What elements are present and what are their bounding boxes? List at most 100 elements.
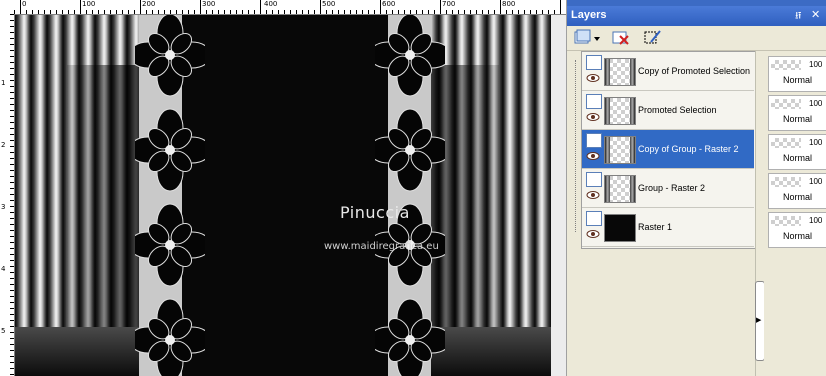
ruler-tick — [230, 10, 231, 14]
close-icon[interactable]: ✕ — [811, 8, 820, 21]
delete-layer-icon — [612, 31, 629, 45]
ruler-tick — [374, 10, 375, 14]
ruler-tick — [10, 374, 14, 375]
blend-mode[interactable]: Normal — [783, 231, 812, 241]
ruler-tick — [134, 10, 135, 14]
ruler-tick — [50, 10, 51, 14]
blend-mode[interactable]: Normal — [783, 75, 812, 85]
raster-layer-icon — [586, 211, 602, 226]
ruler-tick — [476, 10, 477, 14]
layer-list: Copy of Promoted Selection Promoted Selec… — [581, 51, 757, 249]
layer-list-scrollbar[interactable]: ▶ — [755, 51, 765, 376]
ruler-tick — [10, 296, 14, 297]
palette-title: Layers — [571, 9, 607, 21]
ruler-tick — [350, 10, 351, 14]
ruler-tick — [10, 56, 14, 57]
blend-mode[interactable]: Normal — [783, 192, 812, 202]
ruler-label: 100 — [82, 0, 96, 8]
flower-ornament — [375, 298, 445, 376]
layer-properties: 100 Normal — [768, 134, 826, 170]
ruler-tick — [542, 10, 543, 14]
ruler-tick — [398, 10, 399, 14]
ruler-tick — [98, 10, 99, 14]
layer-thumbnail — [604, 58, 636, 86]
ruler-tick — [464, 10, 465, 14]
ruler-tick — [368, 10, 369, 14]
ruler-tick — [488, 10, 489, 14]
delete-layer-button[interactable] — [611, 28, 635, 48]
ruler-tick — [10, 14, 14, 15]
ruler-tick — [236, 10, 237, 14]
edit-selection-button[interactable] — [643, 28, 667, 48]
ruler-tick — [10, 224, 14, 225]
ruler-tick — [440, 0, 441, 14]
opacity-slider[interactable] — [771, 177, 801, 187]
ruler-tick — [10, 272, 14, 273]
ruler-tick — [56, 10, 57, 14]
ruler-label: 4 — [1, 265, 6, 273]
ruler-tick — [10, 332, 14, 333]
flower-ornament — [135, 203, 205, 287]
ruler-tick — [338, 10, 339, 14]
ruler-tick — [392, 10, 393, 14]
layer-row[interactable]: Raster 1 — [582, 208, 754, 247]
ruler-tick — [296, 10, 297, 14]
ruler-tick — [146, 10, 147, 14]
new-layer-button[interactable] — [573, 28, 600, 48]
ruler-tick — [284, 10, 285, 14]
visibility-eye-icon[interactable] — [586, 229, 600, 239]
pin-icon[interactable]: ⭿ — [795, 9, 801, 26]
ruler-tick — [512, 10, 513, 14]
layer-row[interactable]: Copy of Promoted Selection — [582, 52, 754, 91]
ruler-tick — [10, 32, 14, 33]
ruler-tick — [416, 10, 417, 14]
canvas-area[interactable]: 0 100 200 300 400 500 600 700 800 1 2 3 4 5 Pinuccia… — [0, 0, 566, 376]
opacity-slider[interactable] — [771, 60, 801, 70]
opacity-slider[interactable] — [771, 138, 801, 148]
layer-thumbnail — [604, 214, 636, 242]
ruler-label: 800 — [502, 0, 516, 8]
ruler-tick — [548, 10, 549, 14]
palette-titlebar[interactable]: Layers ⭿ ✕ — [567, 6, 826, 26]
thumb-strip — [605, 59, 610, 85]
blend-mode[interactable]: Normal — [783, 153, 812, 163]
visibility-eye-icon[interactable] — [586, 112, 600, 122]
ruler-tick — [242, 10, 243, 14]
expand-arrow-icon[interactable]: ▶ — [756, 316, 761, 324]
image-canvas[interactable]: Pinuccia www.maidiregrafica.eu — [15, 15, 551, 376]
ruler-tick — [10, 368, 14, 369]
layer-row[interactable]: Group - Raster 2 — [582, 169, 754, 208]
layer-name[interactable]: Raster 1 — [638, 222, 672, 232]
ruler-tick — [10, 104, 14, 105]
ruler-tick — [164, 10, 165, 14]
layer-row[interactable]: Copy of Group - Raster 2 — [582, 130, 754, 169]
flower-ornament — [375, 108, 445, 192]
opacity-slider[interactable] — [771, 216, 801, 226]
blend-mode[interactable]: Normal — [783, 114, 812, 124]
visibility-eye-icon[interactable] — [586, 151, 600, 161]
ruler-tick — [536, 10, 537, 14]
ruler-tick — [10, 170, 14, 171]
thumb-strip — [605, 137, 610, 163]
layer-thumbnail — [604, 175, 636, 203]
layer-name[interactable]: Group - Raster 2 — [638, 183, 705, 193]
ruler-tick — [10, 152, 14, 153]
horizontal-ruler: 0 100 200 300 400 500 600 700 800 — [0, 0, 566, 15]
ruler-tick — [290, 10, 291, 14]
new-layer-icon — [574, 29, 600, 44]
visibility-eye-icon[interactable] — [586, 73, 600, 83]
layer-name[interactable]: Copy of Group - Raster 2 — [638, 144, 739, 154]
ruler-tick — [10, 212, 14, 213]
signature-url: www.maidiregrafica.eu — [324, 241, 439, 252]
layer-properties-column: 100 Normal 100 Normal 100 Normal 100 Normal 100 N… — [764, 51, 826, 376]
opacity-slider[interactable] — [771, 99, 801, 109]
ruler-tick — [32, 10, 33, 14]
ruler-tick — [10, 140, 14, 141]
visibility-eye-icon[interactable] — [586, 190, 600, 200]
ruler-tick — [386, 10, 387, 14]
layer-name[interactable]: Copy of Promoted Selection — [638, 66, 750, 76]
palette-toolbar — [567, 26, 826, 51]
opacity-value: 100 — [809, 216, 823, 225]
layer-name[interactable]: Promoted Selection — [638, 105, 717, 115]
layer-row[interactable]: Promoted Selection — [582, 91, 754, 130]
